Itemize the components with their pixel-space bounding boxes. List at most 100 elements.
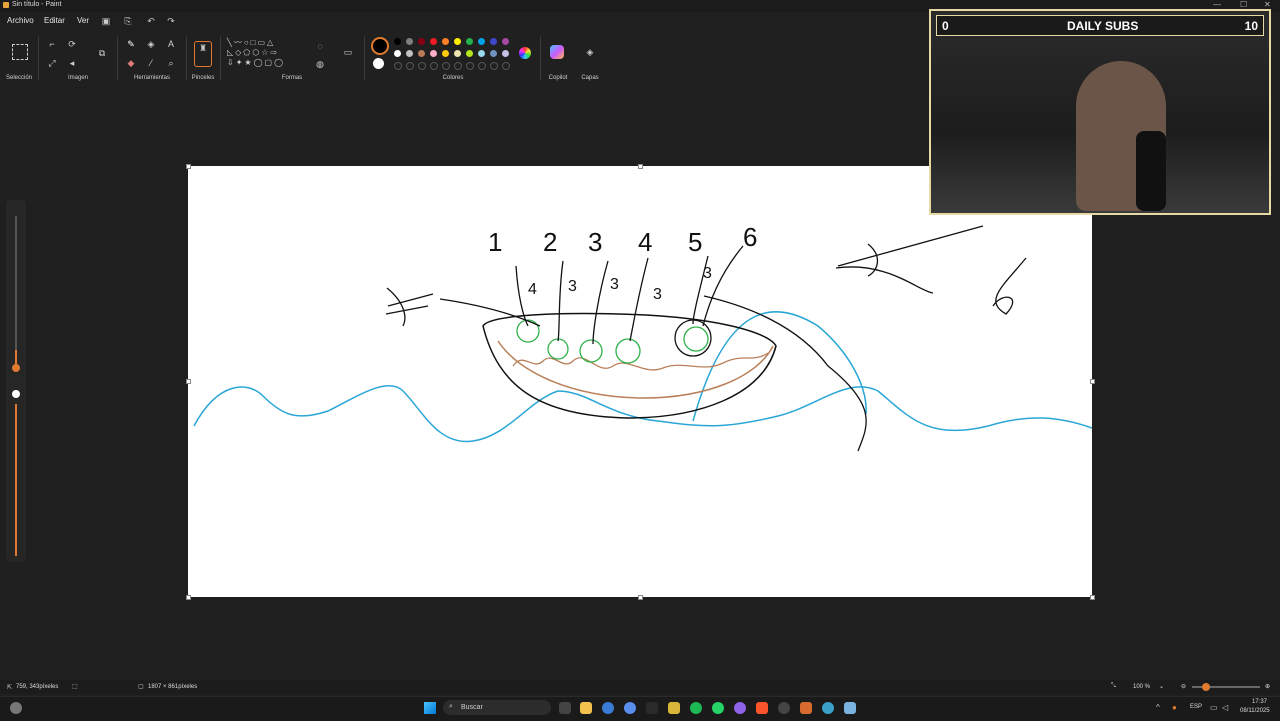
app-icon[interactable] (800, 702, 812, 714)
pencil-icon[interactable]: ✎ (125, 38, 137, 50)
color-swatch[interactable] (394, 38, 401, 45)
spotify-icon[interactable] (690, 702, 702, 714)
start-icon[interactable] (424, 702, 436, 714)
volume-icon[interactable]: ◁ (1222, 703, 1228, 712)
file-explorer-icon[interactable] (580, 702, 592, 714)
custom-color-slot[interactable] (466, 62, 474, 70)
resize-handle[interactable] (1090, 379, 1095, 384)
drawing-canvas[interactable]: 1 2 3 4 5 6 4 3 3 3 3 (188, 166, 1093, 597)
resize-handle[interactable] (186, 164, 191, 169)
language-indicator[interactable]: ESP (1190, 704, 1202, 710)
color-picker-icon[interactable]: ⁄ (145, 57, 157, 69)
browser-icon[interactable] (602, 702, 614, 714)
color-swatch[interactable] (454, 38, 461, 45)
minimize-icon[interactable]: — (1213, 0, 1221, 9)
fit-icon[interactable]: ⤡ (1111, 683, 1116, 690)
custom-color-slot[interactable] (502, 62, 510, 70)
share-icon[interactable]: ⎘ (122, 15, 134, 27)
shape-style-icon[interactable]: ▭ (342, 46, 354, 58)
task-view-icon[interactable] (559, 702, 571, 714)
color-swatch[interactable] (430, 50, 437, 57)
color-swatch[interactable] (394, 50, 401, 57)
app-icon[interactable] (646, 702, 658, 714)
shape-fill-icon[interactable]: ◍ (314, 58, 326, 70)
resize-handle[interactable] (638, 164, 643, 169)
opacity-slider-fill[interactable] (15, 404, 17, 556)
redo-icon[interactable]: ↷ (165, 15, 177, 27)
custom-color-slot[interactable] (430, 62, 438, 70)
color-swatch[interactable] (406, 38, 413, 45)
eraser-icon[interactable]: ◆ (125, 57, 137, 69)
app-icon[interactable] (624, 702, 636, 714)
maximize-icon[interactable]: ☐ (1240, 0, 1247, 9)
custom-color-slot[interactable] (442, 62, 450, 70)
mic-tray-icon[interactable]: ● (1172, 703, 1177, 712)
app-icon[interactable] (668, 702, 680, 714)
resize-handle[interactable] (638, 595, 643, 600)
layers-icon[interactable]: ◈ (584, 46, 596, 58)
flip-icon[interactable]: ◂ (66, 57, 78, 69)
zoom-out-icon[interactable]: ⊖ (1181, 683, 1186, 690)
copilot-icon[interactable] (550, 45, 564, 59)
custom-color-slot[interactable] (394, 62, 402, 70)
resize-handle[interactable] (186, 595, 191, 600)
clock-date[interactable]: 08/11/2025 (1240, 708, 1270, 714)
menu-view[interactable]: Ver (77, 16, 89, 25)
custom-color-slot[interactable] (478, 62, 486, 70)
rotate-icon[interactable]: ⟳ (66, 38, 78, 50)
shapes-gallery[interactable]: ╲〰○□▭△ ◺◇⬠⬡☆⇨ ⇩✦★◯▢◯ (227, 38, 307, 72)
app-icon[interactable] (844, 702, 856, 714)
menu-edit[interactable]: Editar (44, 16, 65, 25)
edit-colors-icon[interactable] (519, 47, 531, 59)
color-swatch[interactable] (502, 38, 509, 45)
color-swatch[interactable] (490, 50, 497, 57)
clock-time[interactable]: 17:37 (1252, 699, 1267, 705)
taskbar-search[interactable]: ⌕ Buscar (443, 700, 551, 715)
menu-file[interactable]: Archivo (7, 16, 34, 25)
color-swatch[interactable] (454, 50, 461, 57)
custom-color-slot[interactable] (490, 62, 498, 70)
color-swatch[interactable] (502, 50, 509, 57)
custom-color-slot[interactable] (454, 62, 462, 70)
close-icon[interactable]: ✕ (1264, 0, 1271, 9)
text-icon[interactable]: A (165, 38, 177, 50)
secondary-color[interactable] (373, 58, 384, 69)
crop-icon[interactable]: ⌐ (46, 38, 58, 50)
custom-color-slot[interactable] (406, 62, 414, 70)
zoom-in-icon[interactable]: ⊕ (1265, 683, 1270, 690)
color-swatch[interactable] (442, 50, 449, 57)
save-icon[interactable]: ▣ (100, 15, 112, 27)
shape-outline-icon[interactable]: ◌ (314, 40, 326, 52)
color-swatch[interactable] (466, 38, 473, 45)
tray-chevron-icon[interactable]: ^ (1156, 703, 1160, 712)
network-icon[interactable]: ▭ (1210, 703, 1218, 712)
color-swatch[interactable] (478, 38, 485, 45)
app-icon[interactable] (734, 702, 746, 714)
color-swatch[interactable] (418, 50, 425, 57)
zoom-slider-thumb[interactable] (1202, 683, 1210, 691)
magnifier-icon[interactable]: ⌕ (165, 57, 177, 69)
color-swatch[interactable] (466, 50, 473, 57)
primary-color[interactable] (371, 37, 389, 55)
color-swatch[interactable] (490, 38, 497, 45)
app-icon[interactable] (778, 702, 790, 714)
selection-icon[interactable] (12, 44, 28, 60)
resize-handle[interactable] (186, 379, 191, 384)
color-swatch[interactable] (430, 38, 437, 45)
color-swatch[interactable] (406, 50, 413, 57)
resize-handle[interactable] (1090, 595, 1095, 600)
undo-icon[interactable]: ↶ (145, 15, 157, 27)
color-swatch[interactable] (478, 50, 485, 57)
brave-icon[interactable] (756, 702, 768, 714)
color-swatch[interactable] (442, 38, 449, 45)
size-slider-thumb[interactable] (12, 364, 20, 372)
image-options-icon[interactable]: ⧉ (96, 47, 108, 59)
custom-color-slot[interactable] (418, 62, 426, 70)
widgets-icon[interactable] (10, 702, 22, 714)
zoom-dropdown-icon[interactable]: ⌄ (1159, 683, 1164, 690)
zoom-level[interactable]: 100 % (1133, 684, 1150, 690)
whatsapp-icon[interactable] (712, 702, 724, 714)
fill-icon[interactable]: ◈ (145, 38, 157, 50)
size-slider-track[interactable] (15, 216, 17, 366)
resize-icon[interactable]: ⤢ (46, 57, 58, 69)
